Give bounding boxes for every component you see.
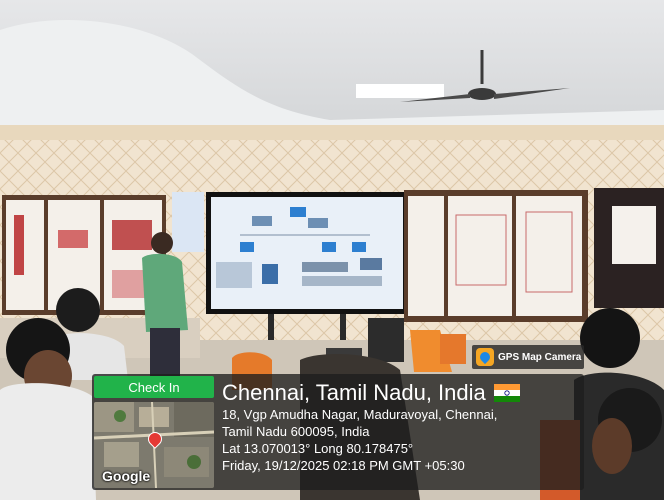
ceiling-light [356,84,444,98]
gps-map-camera-icon [476,348,494,366]
chart-poster [612,206,656,264]
address-line-1: 18, Vgp Amudha Nagar, Maduravoyal, Chenn… [222,407,498,422]
place-title: Chennai, Tamil Nadu, India [222,380,520,406]
coordinates: Lat 13.070013° Long 80.178475° [222,441,414,456]
notice-sheet [172,192,204,252]
address-line-2: Tamil Nadu 600095, India [222,424,370,439]
check-in-button[interactable]: Check In [94,376,214,398]
gps-camera-badge: GPS Map Camera [472,345,584,369]
datetime: Friday, 19/12/2025 02:18 PM GMT +05:30 [222,458,465,473]
right-poster-boards [404,190,588,322]
presentation-screen [206,192,408,314]
google-logo: Google [102,468,151,484]
orange-chair-3 [440,334,466,364]
place-title-text: Chennai, Tamil Nadu, India [222,380,486,405]
camera-app-label: GPS Map Camera [498,351,582,363]
india-flag-icon [493,384,520,402]
map-thumbnail[interactable]: Google [94,402,214,488]
monitor [368,318,404,362]
geotag-text: Chennai, Tamil Nadu, India 18, Vgp Amudh… [222,380,520,474]
cornice [0,125,664,141]
